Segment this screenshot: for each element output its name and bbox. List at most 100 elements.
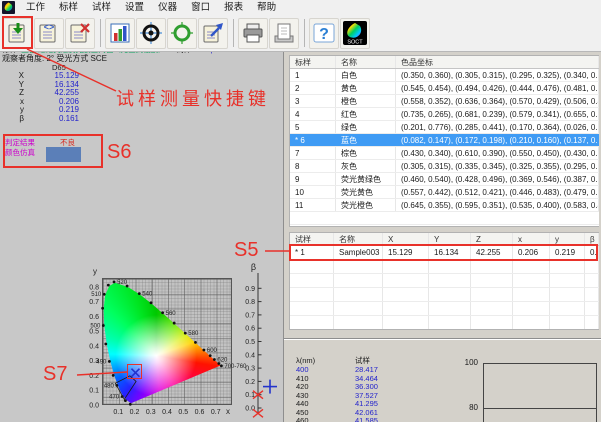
standards-row[interactable]: 1白色(0.350, 0.360), (0.305, 0.315), (0.29… xyxy=(290,69,599,82)
cell: 2 xyxy=(290,82,336,94)
chart-view-button[interactable] xyxy=(105,18,135,49)
value-number: 0.161 xyxy=(24,115,79,124)
column-header[interactable]: y xyxy=(550,233,585,245)
cell: Sample003 xyxy=(334,246,383,259)
soct-button[interactable]: SOCT xyxy=(340,18,370,49)
print-preview-icon xyxy=(272,21,296,45)
chromaticity-diagram[interactable] xyxy=(102,278,232,405)
menu-item[interactable]: 报表 xyxy=(217,0,250,15)
standards-row[interactable]: 11荧光橙色(0.645, 0.355), (0.595, 0.351), (0… xyxy=(290,199,599,212)
standards-row[interactable]: 3橙色(0.558, 0.352), (0.636, 0.364), (0.57… xyxy=(290,95,599,108)
annotation-shortcut-label: 试样测量快捷键 xyxy=(116,85,270,111)
column-header[interactable]: 色品坐标 xyxy=(396,56,599,68)
column-header[interactable]: x xyxy=(513,233,550,245)
cell xyxy=(471,274,513,287)
standards-row[interactable]: 10荧光黄色(0.557, 0.442), (0.512, 0.421), (0… xyxy=(290,186,599,199)
svg-text:β: β xyxy=(251,262,256,272)
standards-row[interactable]: 8灰色(0.305, 0.315), (0.335, 0.345), (0.32… xyxy=(290,160,599,173)
svg-text:SOCT: SOCT xyxy=(347,40,363,46)
annotation-s5: S5 xyxy=(234,239,258,262)
cell: (0.545, 0.454), (0.494, 0.426), (0.444, … xyxy=(396,82,599,94)
standards-row[interactable]: 4红色(0.735, 0.265), (0.681, 0.239), (0.57… xyxy=(290,108,599,121)
column-header[interactable]: 名称 xyxy=(336,56,396,68)
reflectance-chart[interactable] xyxy=(483,363,597,422)
sample-list-button[interactable]: <> xyxy=(34,18,64,49)
toolbar-separator xyxy=(100,19,101,47)
cell xyxy=(585,260,599,273)
cell xyxy=(585,274,599,287)
cell xyxy=(383,288,429,301)
delete-sample-button[interactable] xyxy=(65,18,95,49)
svg-text:0.6: 0.6 xyxy=(245,326,255,333)
column-header[interactable]: Y xyxy=(429,233,471,245)
target-measure-button[interactable] xyxy=(136,18,166,49)
menu-item[interactable]: 标样 xyxy=(52,0,85,15)
svg-text:0.8: 0.8 xyxy=(245,299,255,306)
standards-row[interactable]: * 6蓝色(0.082, 0.147), (0.172, 0.198), (0.… xyxy=(290,134,599,147)
sample-table: 试样 名称 X Y Z x y β * 1Sample00315.12916.1… xyxy=(289,232,599,330)
value-label: β xyxy=(14,115,24,124)
cell: (0.460, 0.540), (0.428, 0.496), (0.369, … xyxy=(396,173,599,185)
standards-row[interactable]: 2黄色(0.545, 0.454), (0.494, 0.426), (0.44… xyxy=(290,82,599,95)
column-header[interactable]: X xyxy=(383,233,429,245)
svg-text:0.3: 0.3 xyxy=(89,358,99,365)
cell: 棕色 xyxy=(336,147,396,159)
calibration-icon xyxy=(170,21,194,45)
print-preview-button[interactable] xyxy=(269,18,299,49)
menu-item[interactable]: 设置 xyxy=(118,0,151,15)
app-window: 工作标样试样设置仪器窗口报表帮助 <> xyxy=(0,0,601,422)
calibration-button[interactable] xyxy=(167,18,197,49)
column-header[interactable]: 标样 xyxy=(290,56,336,68)
menu-item[interactable]: 试样 xyxy=(85,0,118,15)
export-button[interactable] xyxy=(198,18,228,49)
section-splitter[interactable] xyxy=(284,338,601,340)
cell xyxy=(550,274,585,287)
sample-empty-row xyxy=(290,260,599,274)
menu-item[interactable]: 仪器 xyxy=(151,0,184,15)
svg-text:0.7: 0.7 xyxy=(211,409,221,416)
app-icon[interactable] xyxy=(2,1,15,14)
standards-row[interactable]: 5绿色(0.201, 0.776), (0.285, 0.441), (0.17… xyxy=(290,121,599,134)
svg-text:0.7: 0.7 xyxy=(89,299,99,306)
column-header[interactable]: 试样 xyxy=(290,233,334,245)
menu-item[interactable]: 窗口 xyxy=(184,0,217,15)
cell xyxy=(290,302,334,315)
cell: 白色 xyxy=(336,69,396,81)
cell: (0.430, 0.340), (0.610, 0.390), (0.550, … xyxy=(396,147,599,159)
soct-icon: SOCT xyxy=(343,21,367,45)
cell xyxy=(471,316,513,329)
svg-text:0.6: 0.6 xyxy=(89,314,99,321)
sample-row[interactable]: * 1Sample00315.12916.13442.2550.2060.219… xyxy=(290,246,599,260)
cell: 15.129 xyxy=(383,246,429,259)
measure-sample-button[interactable] xyxy=(3,18,33,49)
column-header[interactable]: Z xyxy=(471,233,513,245)
column-header[interactable]: 名称 xyxy=(334,233,383,245)
svg-text:0.8: 0.8 xyxy=(89,284,99,291)
column-header[interactable]: β xyxy=(585,233,599,245)
menu-item[interactable]: 帮助 xyxy=(250,0,283,15)
svg-text:0.1: 0.1 xyxy=(89,388,99,395)
color-simulation-swatch xyxy=(46,147,81,162)
delete-sample-icon xyxy=(68,21,92,45)
standards-empty-row xyxy=(290,212,599,225)
cell: 荧光黄色 xyxy=(336,186,396,198)
cell xyxy=(383,274,429,287)
cell xyxy=(429,288,471,301)
panel-splitter[interactable] xyxy=(283,52,284,422)
chart-gridline xyxy=(484,408,597,409)
print-icon xyxy=(241,21,265,45)
toolbar-separator xyxy=(233,19,234,47)
standards-row[interactable]: 9荧光黄绿色(0.460, 0.540), (0.428, 0.496), (0… xyxy=(290,173,599,186)
cell xyxy=(513,260,550,273)
help-button[interactable]: ? xyxy=(309,18,339,49)
export-icon xyxy=(201,21,225,45)
cell: 9 xyxy=(290,173,336,185)
cell xyxy=(334,288,383,301)
chart-ytick-100: 100 xyxy=(452,358,478,367)
svg-text:0.2: 0.2 xyxy=(130,409,140,416)
print-button[interactable] xyxy=(238,18,268,49)
svg-text:0.2: 0.2 xyxy=(89,373,99,380)
standards-row[interactable]: 7棕色(0.430, 0.340), (0.610, 0.390), (0.55… xyxy=(290,147,599,160)
menu-item[interactable]: 工作 xyxy=(19,0,52,15)
cell xyxy=(290,260,334,273)
